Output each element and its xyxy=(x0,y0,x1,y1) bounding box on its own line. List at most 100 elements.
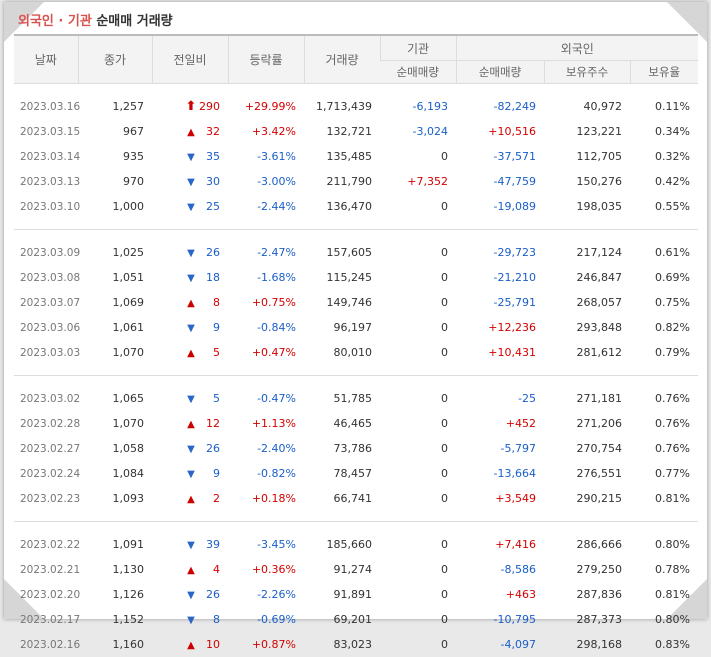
ratio-cell: 0.11% xyxy=(630,94,698,119)
triangle-up-icon: ▲ xyxy=(184,419,198,430)
col-date: 날짜 xyxy=(14,35,78,84)
inst-net-cell: 0 xyxy=(380,436,456,461)
volume-cell: 46,465 xyxy=(304,411,380,436)
col-volume: 거래량 xyxy=(304,35,380,84)
change-cell: ▲10 xyxy=(152,632,228,657)
ratio-cell: 0.32% xyxy=(630,144,698,169)
panel-title: 외국인 · 기관 순매매 거래량 xyxy=(14,10,698,34)
holdings-cell: 293,848 xyxy=(544,315,630,340)
change-value: 39 xyxy=(198,538,220,551)
inst-net-cell: -3,024 xyxy=(380,119,456,144)
change-cell: ▲12 xyxy=(152,411,228,436)
trading-panel: 외국인 · 기관 순매매 거래량 날짜 종가 전일비 등락률 거래량 기관 외국… xyxy=(14,10,698,657)
ratio-cell: 0.61% xyxy=(630,240,698,265)
change-value: 18 xyxy=(198,271,220,284)
change-cell: ▲4 xyxy=(152,557,228,582)
close-cell: 1,058 xyxy=(78,436,152,461)
date-cell: 2023.03.16 xyxy=(14,94,78,119)
rate-cell: -1.68% xyxy=(228,265,304,290)
ratio-cell: 0.69% xyxy=(630,265,698,290)
change-cell: ▼9 xyxy=(152,461,228,486)
holdings-cell: 271,181 xyxy=(544,386,630,411)
date-cell: 2023.03.08 xyxy=(14,265,78,290)
change-cell: ▼30 xyxy=(152,169,228,194)
foreign-net-cell: -82,249 xyxy=(456,94,544,119)
change-value: 5 xyxy=(198,392,220,405)
inst-net-cell: +7,352 xyxy=(380,169,456,194)
holdings-cell: 287,373 xyxy=(544,607,630,632)
change-value: 26 xyxy=(198,246,220,259)
table-row: 2023.02.231,093▲2+0.18%66,7410+3,549290,… xyxy=(14,486,698,511)
rate-cell: -0.82% xyxy=(228,461,304,486)
change-value: 8 xyxy=(198,613,220,626)
ratio-cell: 0.77% xyxy=(630,461,698,486)
volume-cell: 80,010 xyxy=(304,340,380,365)
table-row: 2023.02.281,070▲12+1.13%46,4650+452271,2… xyxy=(14,411,698,436)
table-row: 2023.03.101,000▼25-2.44%136,4700-19,0891… xyxy=(14,194,698,219)
close-cell: 1,130 xyxy=(78,557,152,582)
change-cell: ▼39 xyxy=(152,532,228,557)
rate-cell: -0.84% xyxy=(228,315,304,340)
change-value: 25 xyxy=(198,200,220,213)
change-value: 5 xyxy=(198,346,220,359)
holdings-cell: 290,215 xyxy=(544,486,630,511)
foreign-net-cell: -10,795 xyxy=(456,607,544,632)
close-cell: 967 xyxy=(78,119,152,144)
table-header: 날짜 종가 전일비 등락률 거래량 기관 외국인 순매매량 순매매량 보유주수 … xyxy=(14,35,698,84)
date-cell: 2023.02.20 xyxy=(14,582,78,607)
table-row: 2023.02.211,130▲4+0.36%91,2740-8,586279,… xyxy=(14,557,698,582)
change-cell: ⬆290 xyxy=(152,94,228,119)
table-row: 2023.03.071,069▲8+0.75%149,7460-25,79126… xyxy=(14,290,698,315)
volume-cell: 135,485 xyxy=(304,144,380,169)
rate-cell: -2.44% xyxy=(228,194,304,219)
rate-cell: -3.00% xyxy=(228,169,304,194)
inst-net-cell: 0 xyxy=(380,315,456,340)
col-foreign-net: 순매매량 xyxy=(456,61,544,84)
close-cell: 1,091 xyxy=(78,532,152,557)
ratio-cell: 0.82% xyxy=(630,315,698,340)
table-row: 2023.03.13970▼30-3.00%211,790+7,352-47,7… xyxy=(14,169,698,194)
ratio-cell: 0.81% xyxy=(630,582,698,607)
rate-cell: +0.87% xyxy=(228,632,304,657)
table-row: 2023.02.221,091▼39-3.45%185,6600+7,41628… xyxy=(14,532,698,557)
change-value: 290 xyxy=(198,100,220,113)
close-cell: 1,070 xyxy=(78,340,152,365)
triangle-up-icon: ▲ xyxy=(184,565,198,576)
table-row: 2023.02.241,084▼9-0.82%78,4570-13,664276… xyxy=(14,461,698,486)
table-row: 2023.02.161,160▲10+0.87%83,0230-4,097298… xyxy=(14,632,698,657)
holdings-cell: 281,612 xyxy=(544,340,630,365)
title-accent: 외국인 · 기관 xyxy=(18,14,92,29)
content-frame: 외국인 · 기관 순매매 거래량 날짜 종가 전일비 등락률 거래량 기관 외국… xyxy=(4,2,707,619)
rate-cell: +29.99% xyxy=(228,94,304,119)
change-cell: ▼26 xyxy=(152,240,228,265)
holdings-cell: 217,124 xyxy=(544,240,630,265)
foreign-net-cell: -4,097 xyxy=(456,632,544,657)
close-cell: 1,257 xyxy=(78,94,152,119)
close-cell: 1,025 xyxy=(78,240,152,265)
table-row: 2023.03.061,061▼9-0.84%96,1970+12,236293… xyxy=(14,315,698,340)
table-row: 2023.03.021,065▼5-0.47%51,7850-25271,181… xyxy=(14,386,698,411)
rate-cell: -2.47% xyxy=(228,240,304,265)
rate-cell: +1.13% xyxy=(228,411,304,436)
col-foreign-holdings: 보유주수 xyxy=(544,61,630,84)
change-value: 4 xyxy=(198,563,220,576)
foreign-net-cell: -19,089 xyxy=(456,194,544,219)
table-row: 2023.03.081,051▼18-1.68%115,2450-21,2102… xyxy=(14,265,698,290)
volume-cell: 96,197 xyxy=(304,315,380,340)
date-cell: 2023.02.24 xyxy=(14,461,78,486)
close-cell: 1,152 xyxy=(78,607,152,632)
date-cell: 2023.03.03 xyxy=(14,340,78,365)
inst-net-cell: 0 xyxy=(380,582,456,607)
date-cell: 2023.03.07 xyxy=(14,290,78,315)
volume-cell: 157,605 xyxy=(304,240,380,265)
change-cell: ▼35 xyxy=(152,144,228,169)
volume-cell: 91,891 xyxy=(304,582,380,607)
date-cell: 2023.03.15 xyxy=(14,119,78,144)
holdings-cell: 287,836 xyxy=(544,582,630,607)
holdings-cell: 286,666 xyxy=(544,532,630,557)
change-cell: ▼26 xyxy=(152,582,228,607)
triangle-down-icon: ▼ xyxy=(184,323,198,334)
holdings-cell: 276,551 xyxy=(544,461,630,486)
triangle-down-icon: ▼ xyxy=(184,202,198,213)
date-cell: 2023.02.23 xyxy=(14,486,78,511)
